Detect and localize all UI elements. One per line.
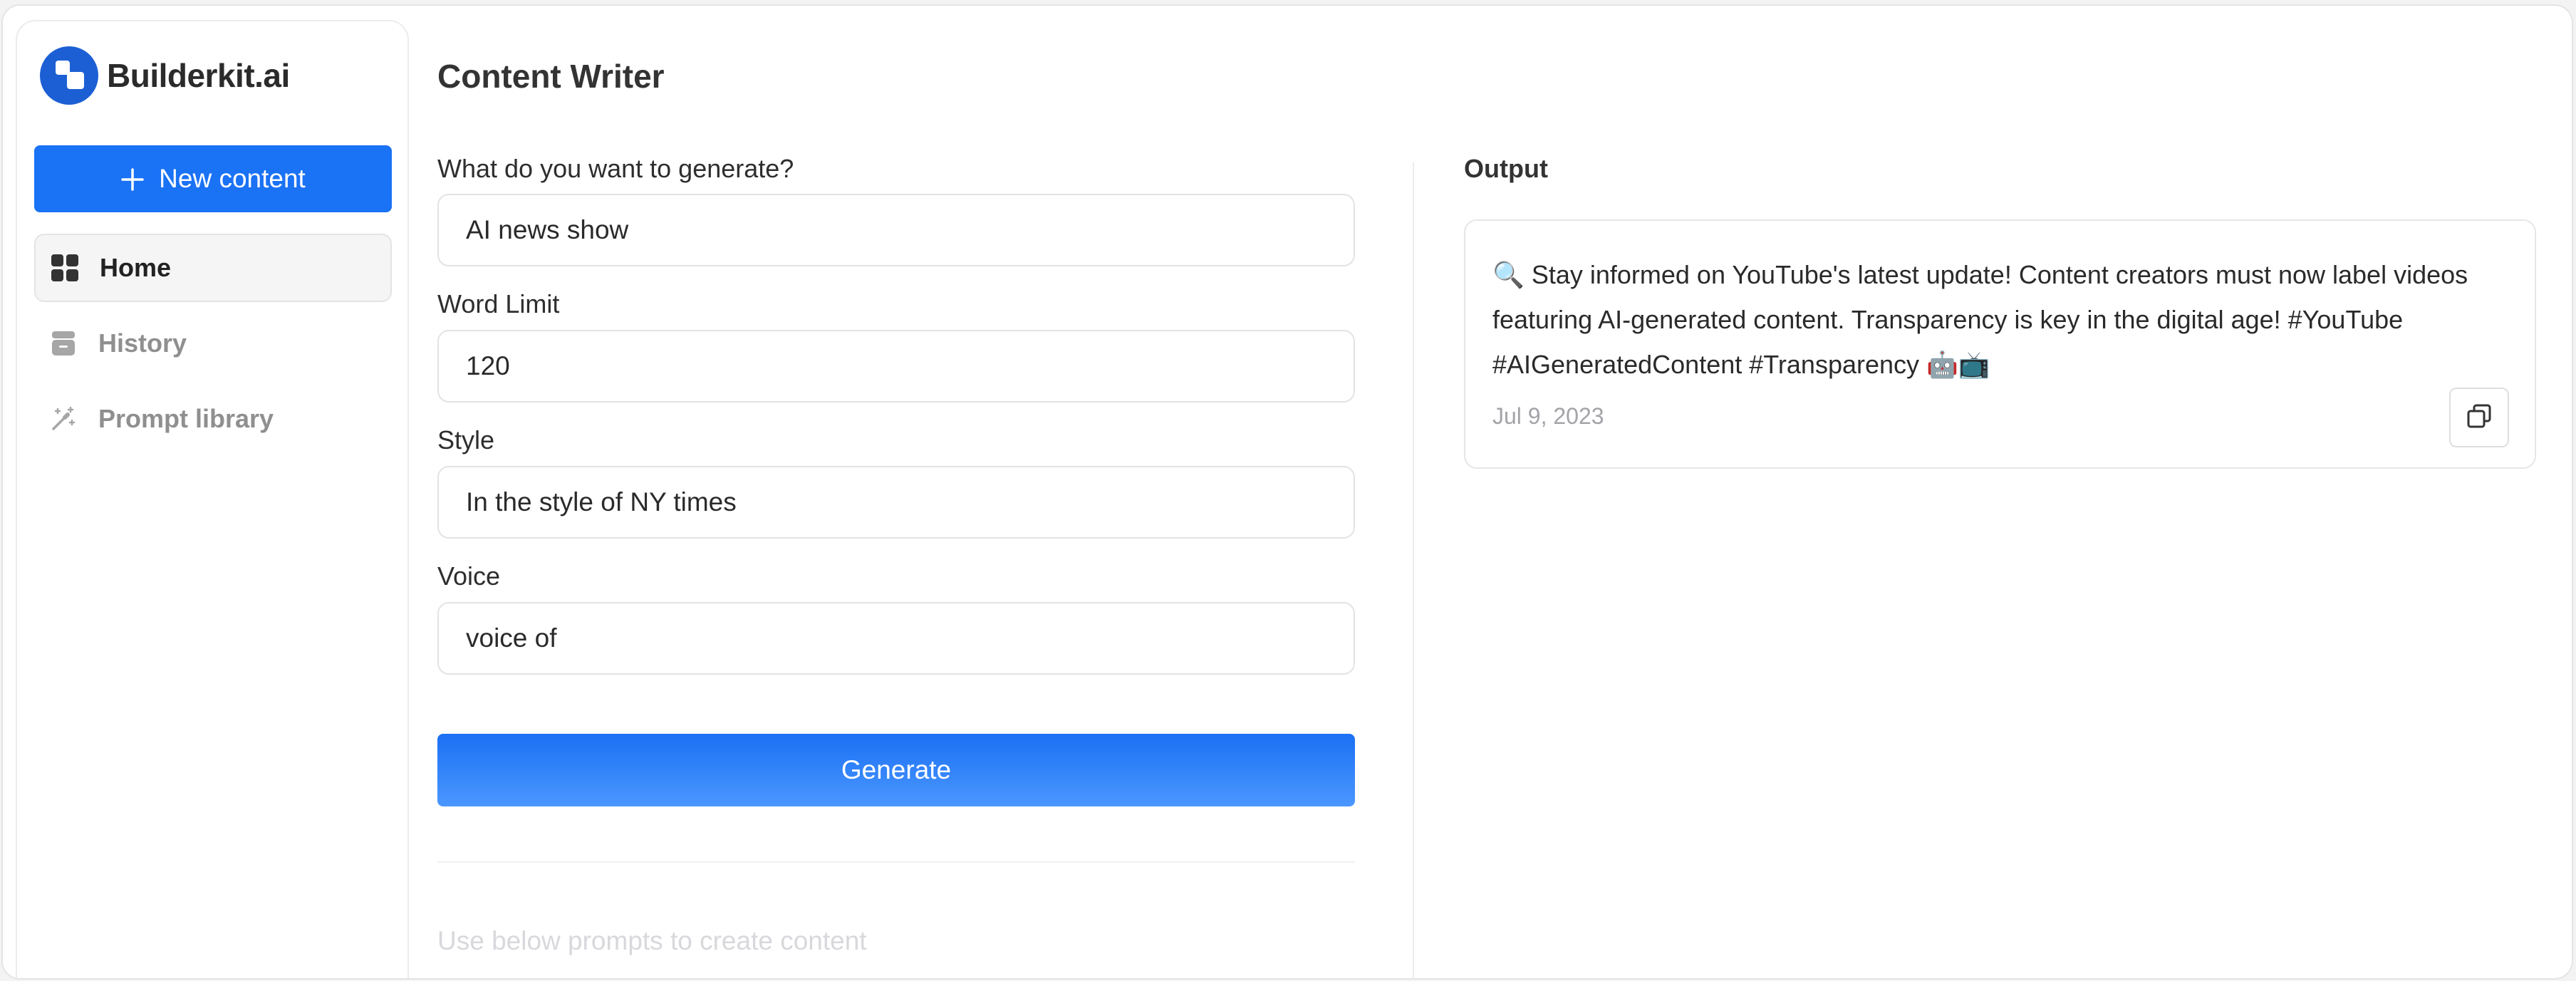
sidebar-item-history[interactable]: History [34, 309, 392, 378]
output-label: Output [1464, 154, 1548, 183]
generate-button[interactable]: Generate [437, 734, 1355, 806]
word-limit-label: Word Limit [437, 289, 560, 318]
style-label: Style [437, 425, 495, 455]
sidebar-item-label: Prompt library [98, 404, 274, 433]
output-date: Jul 9, 2023 [1492, 403, 1604, 429]
new-content-button[interactable]: New content [34, 145, 392, 212]
archive-icon [48, 328, 78, 358]
word-limit-input[interactable] [437, 330, 1355, 403]
magic-wand-icon [48, 404, 78, 434]
sidebar-item-home[interactable]: Home [34, 234, 392, 302]
column-divider [1413, 162, 1414, 978]
sidebar: Builderkit.ai New content Home History P… [16, 20, 409, 978]
sidebar-item-label: Home [100, 253, 172, 282]
grid-icon [50, 253, 80, 283]
output-card: 🔍 Stay informed on YouTube's latest upda… [1464, 219, 2536, 469]
generate-topic-input[interactable] [437, 194, 1355, 266]
copy-icon [2465, 402, 2493, 434]
logo-icon [40, 46, 98, 105]
voice-input[interactable] [437, 602, 1355, 675]
brand[interactable]: Builderkit.ai [40, 46, 290, 105]
new-content-label: New content [159, 164, 306, 193]
generate-topic-label: What do you want to generate? [437, 154, 794, 183]
divider [437, 861, 1355, 863]
copy-button[interactable] [2449, 388, 2509, 447]
plus-icon [120, 160, 145, 198]
voice-label: Voice [437, 561, 501, 591]
style-input[interactable] [437, 466, 1355, 539]
prompts-hint: Use below prompts to create content [437, 926, 867, 955]
page-title: Content Writer [437, 58, 665, 95]
brand-name: Builderkit.ai [107, 57, 290, 94]
sidebar-item-label: History [98, 328, 187, 358]
output-text: 🔍 Stay informed on YouTube's latest upda… [1492, 260, 2468, 379]
sidebar-item-prompt-library[interactable]: Prompt library [34, 385, 392, 453]
app-window: Builderkit.ai New content Home History P… [1, 4, 2573, 980]
